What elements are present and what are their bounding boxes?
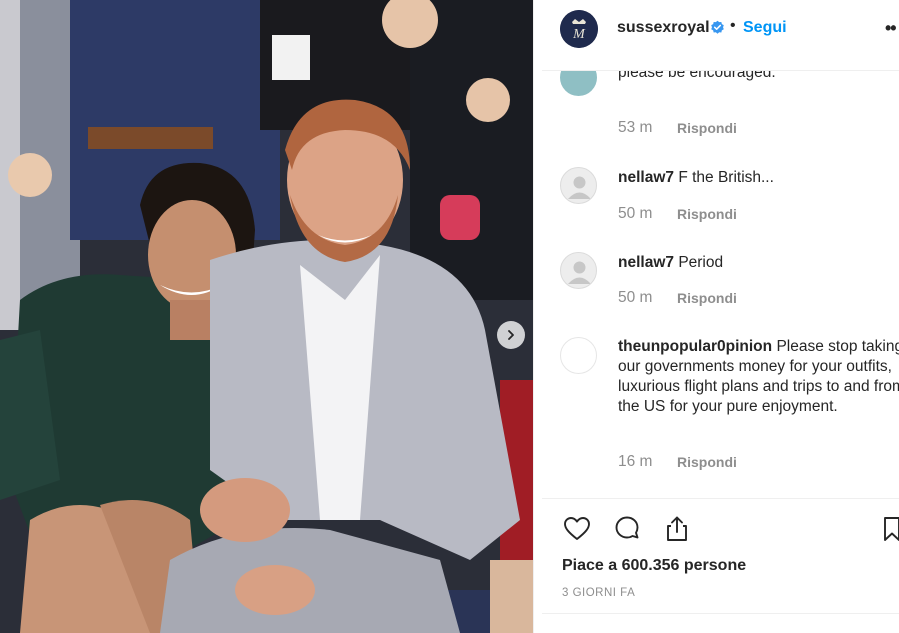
- comment-time: 53 m: [618, 119, 653, 136]
- comment-text: theunpopular0pinion Please stop taking o…: [618, 337, 899, 417]
- comment-body: F the British...: [678, 169, 774, 186]
- share-icon: [667, 516, 687, 541]
- separator-dot: •: [730, 17, 736, 34]
- share-button[interactable]: [662, 514, 692, 544]
- account-avatar[interactable]: M: [560, 10, 598, 48]
- default-avatar-icon: [568, 261, 591, 284]
- comment-username[interactable]: theunpopular0pinion: [618, 338, 772, 355]
- comment-text: nellaw7 F the British...: [618, 168, 899, 188]
- comment-meta: 16 m Rispondi: [618, 453, 737, 471]
- comment-body: Period: [678, 254, 724, 271]
- royal-monogram-icon: M: [560, 10, 598, 48]
- comment-username[interactable]: nellaw7: [618, 254, 674, 271]
- actions-divider: [542, 498, 899, 499]
- chevron-right-icon: [508, 330, 514, 340]
- comment-time: 50 m: [618, 205, 653, 222]
- comments-list[interactable]: what you do. Continues blessings and ple…: [542, 71, 899, 498]
- reply-button[interactable]: Rispondi: [677, 290, 737, 306]
- reply-button[interactable]: Rispondi: [677, 206, 737, 222]
- reply-button[interactable]: Rispondi: [677, 120, 737, 136]
- reply-button[interactable]: Rispondi: [677, 454, 737, 470]
- account-username[interactable]: sussexroyal: [617, 19, 710, 37]
- comment-time: 16 m: [618, 453, 653, 470]
- comment-time: 50 m: [618, 289, 653, 306]
- bottom-divider: [542, 613, 899, 614]
- save-button[interactable]: [881, 514, 899, 544]
- post-photo[interactable]: [0, 0, 533, 633]
- commenter-avatar[interactable]: [560, 337, 597, 374]
- comment-meta: 53 m Rispondi: [618, 119, 737, 137]
- comment-icon: [615, 516, 639, 539]
- comment-meta: 50 m Rispondi: [618, 205, 737, 223]
- next-photo-button[interactable]: [497, 321, 525, 349]
- photo-illustration: [0, 0, 533, 633]
- commenter-avatar[interactable]: [560, 167, 597, 204]
- comment-text: what you do. Continues blessings and ple…: [618, 71, 899, 83]
- comment-text: nellaw7 Period: [618, 253, 899, 273]
- commenter-avatar[interactable]: [560, 252, 597, 289]
- bookmark-icon: [884, 517, 899, 541]
- comment-body: what you do. Continues blessings and ple…: [618, 71, 776, 81]
- post-date[interactable]: 3 GIORNI FA: [562, 587, 635, 599]
- post-header: M sussexroyal • Segui ••: [542, 0, 899, 62]
- panel-divider: [533, 0, 542, 633]
- follow-button[interactable]: Segui: [743, 19, 787, 37]
- comment-username[interactable]: nellaw7: [618, 169, 674, 186]
- like-button[interactable]: [562, 514, 592, 544]
- likes-count[interactable]: Piace a 600.356 persone: [562, 557, 746, 575]
- heart-icon: [564, 517, 590, 540]
- default-avatar-icon: [568, 176, 591, 199]
- post-side-panel: M sussexroyal • Segui •• what you do. Co…: [542, 0, 899, 633]
- comment-button[interactable]: [612, 514, 642, 544]
- verified-badge-icon: [711, 20, 724, 34]
- comment-meta: 50 m Rispondi: [618, 289, 737, 307]
- svg-text:M: M: [572, 27, 586, 42]
- commenter-avatar[interactable]: [560, 71, 597, 96]
- more-options-button[interactable]: ••: [885, 18, 897, 39]
